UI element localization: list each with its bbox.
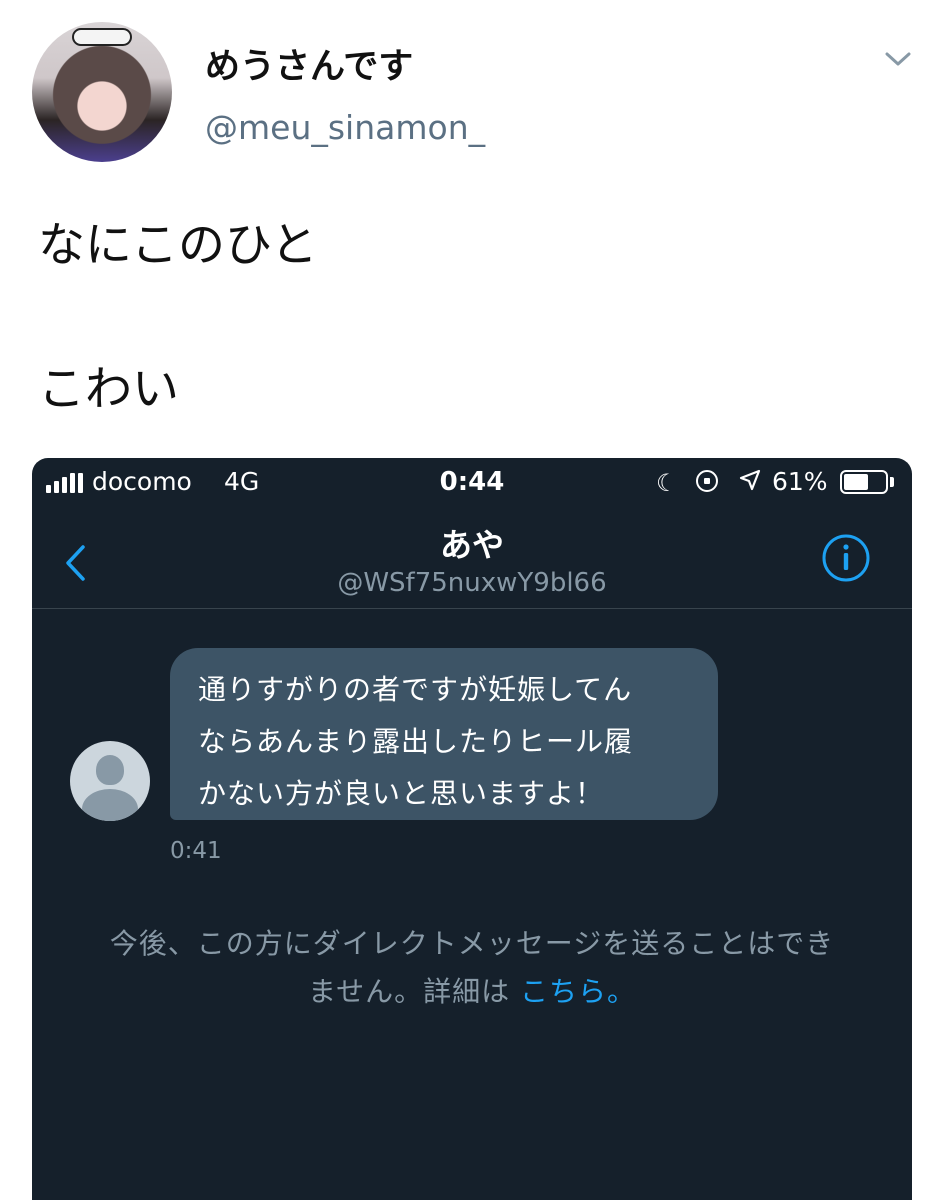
location-arrow-icon [738,468,762,496]
message-text-line: 通りすがりの者ですが妊娠してん [198,673,633,706]
tweet-text-line: なにこのひと [38,218,318,273]
rotation-lock-icon [696,470,718,492]
message-text-line: ならあんまり露出したりヒール履 [198,725,634,758]
battery-percent: 61% [772,467,828,496]
details-link[interactable]: こちら。 [520,975,636,1008]
contact-name[interactable]: あや [32,520,912,566]
dm-header: あや @WSf75nuxwY9bl66 [32,506,912,609]
dm-blocked-notice: 今後、この方にダイレクトメッセージを送ることはでき ません。詳細は こちら。 [32,920,912,1016]
message-timestamp: 0:41 [170,838,222,864]
tweet-handle[interactable]: @meu_sinamon_ [205,108,485,147]
moon-icon: ☾ [656,469,678,497]
tweet-text-line: こわい [38,362,179,417]
attached-screenshot[interactable]: docomo 4G 0:44 ☾ 61% あや @WSf75nuxwY9bl66… [32,458,912,1200]
contact-handle[interactable]: @WSf75nuxwY9bl66 [32,568,912,598]
battery-icon [840,470,888,494]
headband-decoration [72,28,132,46]
status-bar: docomo 4G 0:44 ☾ 61% [32,458,912,506]
notice-text: ません。詳細は [307,975,521,1008]
message-bubble[interactable]: 通りすがりの者ですが妊娠してん ならあんまり露出したりヒール履 かない方が良いと… [170,648,718,820]
tweet-display-name[interactable]: めうさんです [205,38,413,89]
default-avatar-icon[interactable] [70,741,150,821]
notice-line: ません。詳細は こちら。 [32,968,912,1016]
battery-cap [890,477,894,487]
chevron-down-icon[interactable] [884,48,912,70]
message-text-line: かない方が良いと思いますよ！ [198,777,605,810]
notice-line: 今後、この方にダイレクトメッセージを送ることはでき [109,927,835,960]
tweet-author-avatar[interactable] [32,22,172,162]
info-icon[interactable] [820,532,872,588]
